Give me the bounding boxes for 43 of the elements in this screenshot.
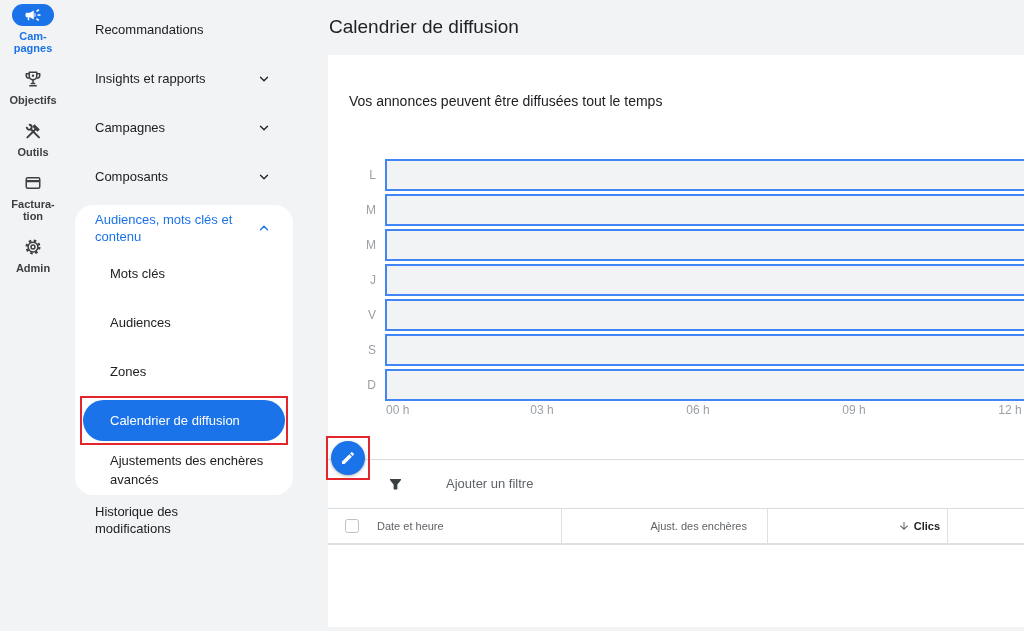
nav-subitem[interactable]: Mots clés — [83, 253, 285, 294]
trophy-icon — [24, 70, 42, 88]
filter-icon[interactable] — [388, 476, 403, 492]
nav-item[interactable]: Composants — [75, 152, 293, 201]
column-header[interactable]: Ajust. des enchères — [650, 517, 747, 535]
select-all-checkbox[interactable] — [345, 519, 359, 533]
schedule-summary: Vos annonces peuvent être diffusées tout le temps — [348, 92, 664, 111]
nav-subitem[interactable]: Audiences — [83, 302, 285, 343]
pencil-icon — [340, 450, 356, 466]
add-filter-button[interactable]: Ajouter un filtre — [446, 474, 534, 494]
rail-item[interactable]: Factura- tion — [2, 172, 64, 222]
nav-subitem[interactable]: Calendrier de diffusion — [83, 400, 285, 441]
nav-subitem[interactable]: Ajustements des enchères avancés — [83, 449, 285, 490]
day-label: M — [365, 202, 377, 219]
column-header[interactable]: Date et heure — [377, 517, 444, 535]
day-label: J — [369, 272, 377, 289]
megaphone-icon — [12, 4, 54, 26]
day-label: V — [367, 307, 377, 324]
day-label: M — [365, 237, 377, 254]
axis-label: 03 h — [530, 403, 554, 417]
sort-arrow-icon — [897, 520, 910, 532]
rail-item[interactable]: Outils — [2, 120, 64, 158]
nav-subitem[interactable]: Zones — [83, 351, 285, 392]
axis-label: 06 h — [686, 403, 710, 417]
day-label: D — [366, 377, 377, 394]
rail-item[interactable]: Admin — [2, 236, 64, 274]
axis-label: 12 h — [998, 403, 1022, 417]
axis-label: 09 h — [842, 403, 866, 417]
nav-item[interactable]: Insights et rapports — [75, 54, 293, 103]
day-label: S — [367, 342, 377, 359]
gear-icon — [24, 238, 42, 256]
tools-icon — [24, 122, 42, 140]
day-label: L — [368, 167, 377, 184]
rail-item[interactable]: Cam- pagnes — [2, 4, 64, 54]
nav-item[interactable]: Recommandations — [75, 5, 293, 54]
page-title: Calendrier de diffusion — [328, 15, 520, 40]
axis-label: 00 h — [386, 403, 410, 417]
rail-item[interactable]: Objectifs — [2, 68, 64, 106]
nav-item[interactable]: Audiences, mots clés et contenu — [75, 205, 293, 249]
credit-card-icon — [24, 174, 42, 192]
nav-item[interactable]: Historique des modifications — [75, 495, 293, 544]
nav-item[interactable]: Campagnes — [75, 103, 293, 152]
column-header[interactable]: Clics — [913, 517, 940, 535]
